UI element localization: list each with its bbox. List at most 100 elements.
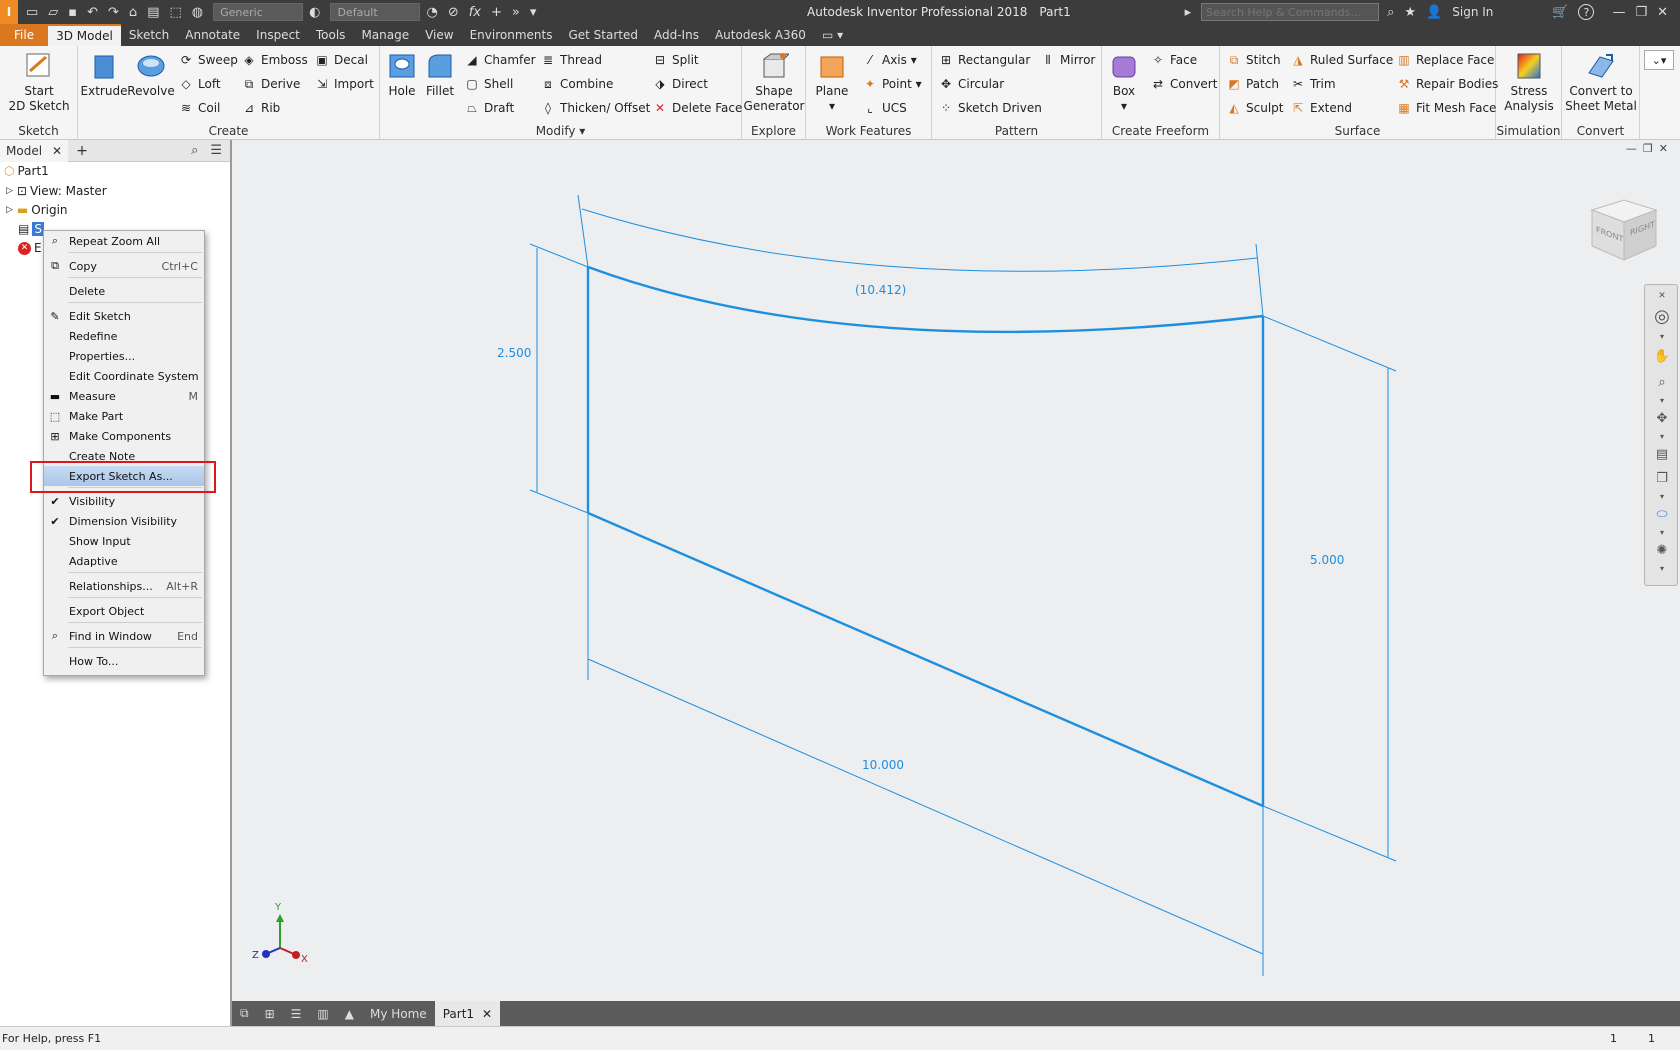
adjust-icon[interactable]: ◔ — [426, 5, 437, 20]
thicken-offset-button[interactable]: ◊ Thicken/ Offset — [540, 99, 650, 117]
expand-arrow-icon[interactable]: ▸ — [1185, 5, 1192, 20]
chevron-down-icon[interactable]: ▾ — [1652, 487, 1672, 505]
search-icon[interactable]: ⌕ — [191, 143, 198, 158]
chevron-down-icon[interactable]: ▾ — [1652, 523, 1672, 541]
tree-item-part[interactable]: ⬡ Part1 — [4, 162, 49, 180]
thread-button[interactable]: ≣ Thread — [540, 51, 602, 69]
plus-icon[interactable]: + — [491, 5, 502, 20]
axis-button[interactable]: ⁄ Axis ▾ — [862, 51, 917, 69]
stitch-button[interactable]: ⧉ Stitch — [1226, 51, 1281, 69]
sweep-button[interactable]: ⟳ Sweep — [178, 51, 238, 69]
rib-button[interactable]: ⊿ Rib — [241, 99, 280, 117]
tree-item-origin[interactable]: ▷ ▬ Origin — [6, 201, 68, 219]
cart-icon[interactable]: 🛒 — [1552, 5, 1568, 20]
material-dropdown[interactable]: Generic — [213, 3, 304, 21]
expand-arrow-icon[interactable]: ▷ — [6, 205, 13, 215]
tab-sketch[interactable]: Sketch — [121, 24, 177, 46]
new-icon[interactable]: ▭ — [26, 5, 38, 20]
plane-button[interactable]: Plane ▾ — [810, 50, 854, 114]
rectangular-pattern-button[interactable]: ⊞ Rectangular — [938, 51, 1030, 69]
plane-dropdown-arrow-icon[interactable]: ▾ — [829, 99, 835, 114]
view-face-icon[interactable]: ❐ — [1652, 469, 1672, 487]
shell-button[interactable]: ▢ Shell — [464, 75, 513, 93]
extend-button[interactable]: ⇱ Extend — [1290, 99, 1352, 117]
menu-item-repeat-zoom-all[interactable]: ⌕ Repeat Zoom All — [44, 231, 204, 251]
select-icon[interactable]: ⬚ — [169, 5, 181, 20]
tab-file[interactable]: File — [0, 24, 49, 46]
extrude-button[interactable]: Extrude — [81, 50, 127, 99]
ribbon-display-toggle[interactable]: ▭ ▾ — [814, 24, 851, 46]
close-icon[interactable]: ✕ — [482, 1007, 492, 1021]
convert-to-sheet-metal-button[interactable]: Convert to Sheet Metal — [1564, 50, 1638, 114]
pan-hand-icon[interactable]: ✋ — [1652, 347, 1672, 365]
stress-analysis-button[interactable]: Stress Analysis — [1499, 50, 1559, 114]
ucs-button[interactable]: ⌞ UCS — [862, 99, 907, 117]
save-icon[interactable]: ▪ — [68, 5, 77, 20]
convert-freeform-button[interactable]: ⇄ Convert — [1150, 75, 1217, 93]
tile-windows-icon[interactable]: ⊞ — [257, 1001, 283, 1026]
tree-item-sketch[interactable]: ▤ S — [18, 220, 44, 238]
look-at-icon[interactable]: ▤ — [1652, 445, 1672, 463]
open-icon[interactable]: ▱ — [48, 5, 58, 20]
split-button[interactable]: ⊟ Split — [652, 51, 699, 69]
zoom-icon[interactable]: ⌕ — [1652, 373, 1672, 391]
maximize-icon[interactable]: ❐ — [1635, 5, 1647, 20]
ribbon-options-button[interactable]: ⌄▾ — [1644, 50, 1674, 70]
menu-icon[interactable]: ☰ — [210, 143, 222, 158]
dimension-left-label[interactable]: 2.500 — [497, 346, 531, 360]
minimize-icon[interactable]: — — [1612, 5, 1625, 20]
draft-button[interactable]: ⏢ Draft — [464, 99, 514, 117]
appearance-dropdown[interactable]: Default — [330, 3, 421, 21]
replace-face-button[interactable]: ▥ Replace Face — [1396, 51, 1494, 69]
tree-item-end[interactable]: ✕ E — [18, 239, 42, 257]
tab-tools[interactable]: Tools — [308, 24, 354, 46]
dimension-arc-label[interactable]: (10.412) — [855, 283, 907, 297]
loft-button[interactable]: ◇ Loft — [178, 75, 220, 93]
tab-get-started[interactable]: Get Started — [560, 24, 646, 46]
combine-button[interactable]: ⧈ Combine — [540, 75, 613, 93]
sign-in-link[interactable]: Sign In — [1452, 5, 1542, 19]
browser-tab-model[interactable]: Model ✕ — [0, 139, 69, 162]
favorites-star-icon[interactable]: ★ — [1404, 5, 1416, 20]
help-button[interactable]: ? — [1578, 4, 1595, 20]
menu-item-show-input[interactable]: Show Input — [44, 531, 204, 551]
tab-inspect[interactable]: Inspect — [248, 24, 308, 46]
decal-button[interactable]: ▣ Decal — [314, 51, 368, 69]
fit-mesh-face-button[interactable]: ▦ Fit Mesh Face — [1396, 99, 1496, 117]
ruled-surface-button[interactable]: ◮ Ruled Surface — [1290, 51, 1393, 69]
menu-item-delete[interactable]: Delete — [44, 281, 204, 301]
clear-appearance-icon[interactable]: ⊘ — [448, 5, 459, 20]
menu-item-find-in-window[interactable]: ⌕ Find in Window End — [44, 626, 204, 646]
repair-bodies-button[interactable]: ⚒ Repair Bodies — [1396, 75, 1499, 93]
steering-wheel-icon[interactable]: ◎ — [1652, 306, 1672, 327]
chevron-down-icon[interactable]: ▾ — [1652, 559, 1672, 577]
patch-button[interactable]: ◩ Patch — [1226, 75, 1279, 93]
add-browser-button[interactable]: + — [76, 143, 88, 159]
menu-item-dimension-visibility[interactable]: ✔ Dimension Visibility — [44, 511, 204, 531]
close-window-icon[interactable]: ✕ — [1657, 5, 1668, 20]
home-icon[interactable]: ⌂ — [129, 5, 137, 20]
expand-arrow-icon[interactable]: ▷ — [6, 186, 13, 196]
parameters-icon[interactable]: fx — [469, 5, 481, 20]
delete-face-button[interactable]: ✕ Delete Face — [652, 99, 742, 117]
customize-quick-access-icon[interactable]: ▾ — [530, 5, 537, 20]
menu-item-relationships[interactable]: Relationships... Alt+R — [44, 576, 204, 596]
chevron-up-icon[interactable]: ▲ — [337, 1001, 362, 1026]
close-icon[interactable]: ✕ — [52, 144, 62, 158]
viewcube[interactable]: FRONT RIGHT — [1584, 192, 1662, 266]
circular-pattern-button[interactable]: ✥ Circular — [938, 75, 1004, 93]
chevron-down-icon[interactable]: ▾ — [1652, 391, 1672, 409]
cascade-windows-icon[interactable]: ⧉ — [232, 1001, 257, 1026]
tile-horizontal-icon[interactable]: ☰ — [283, 1001, 310, 1026]
close-icon[interactable]: ✕ — [1652, 287, 1672, 305]
tile-vertical-icon[interactable]: ▥ — [309, 1001, 336, 1026]
tab-part1[interactable]: Part1 ✕ — [434, 1001, 501, 1026]
properties-icon[interactable]: ▤ — [147, 5, 159, 20]
face-button[interactable]: ✧ Face — [1150, 51, 1197, 69]
sculpt-button[interactable]: ◭ Sculpt — [1226, 99, 1283, 117]
binoculars-icon[interactable]: ⌕ — [1387, 5, 1394, 20]
menu-item-make-part[interactable]: ⬚ Make Part — [44, 406, 204, 426]
menu-item-export-object[interactable]: Export Object — [44, 601, 204, 621]
menu-item-redefine[interactable]: Redefine — [44, 326, 204, 346]
revolve-button[interactable]: Revolve — [126, 50, 176, 99]
